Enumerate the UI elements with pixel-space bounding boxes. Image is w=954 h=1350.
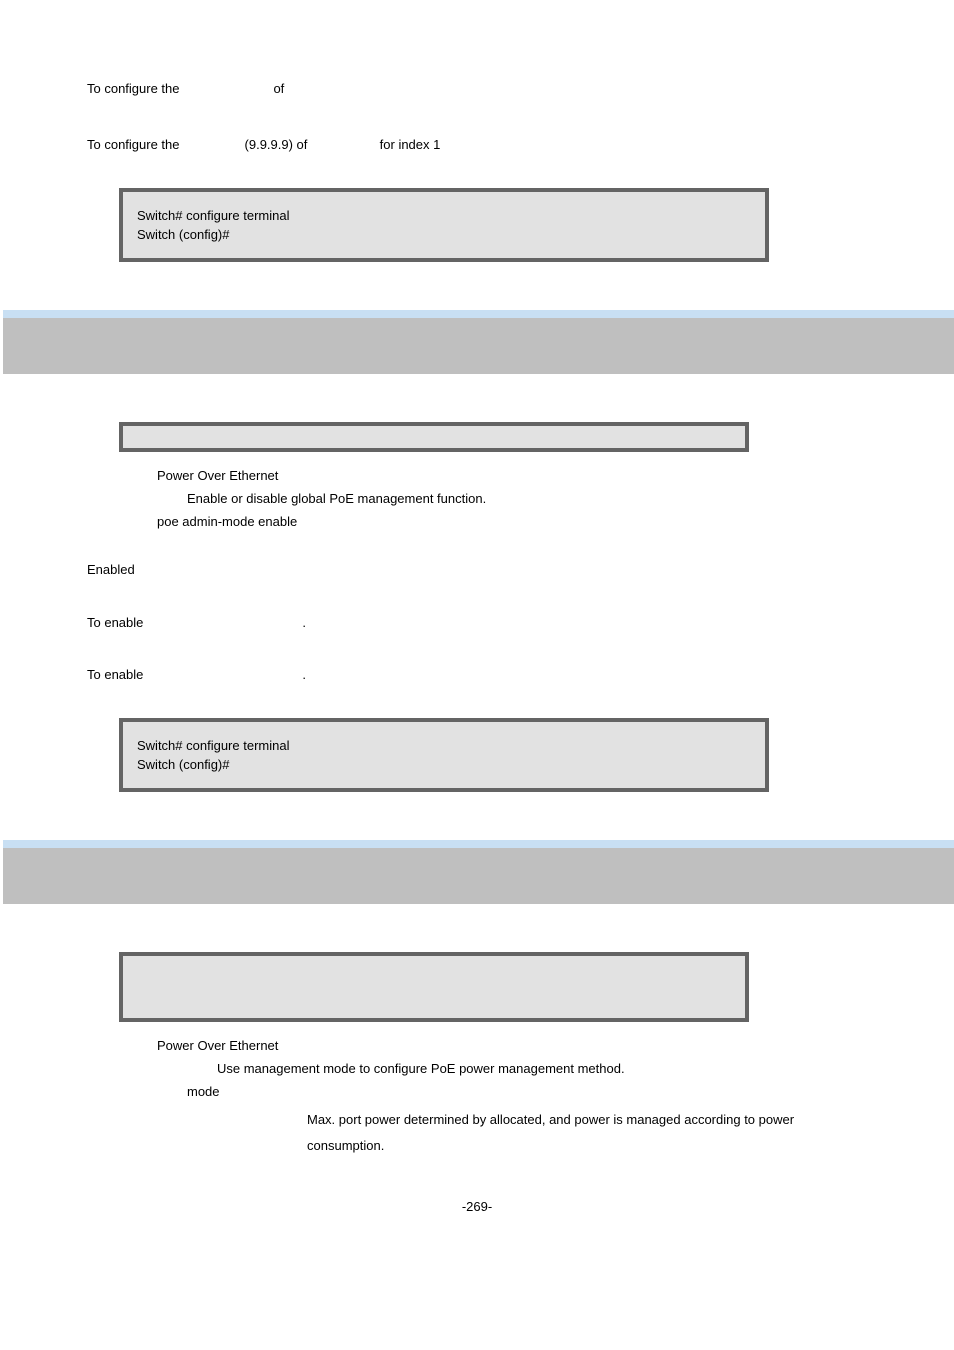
- code-block-2: Switch# configure terminal Switch (confi…: [119, 718, 769, 792]
- desc-admin-value: Enable or disable global PoE management …: [187, 491, 486, 506]
- usage-line-1: To configure the of: [87, 80, 867, 98]
- desc-mgmt: Use management mode to configure PoE pow…: [87, 1061, 867, 1076]
- mode-label: mode: [87, 1084, 867, 1099]
- syntax-box-admin-mode: [119, 422, 749, 452]
- code2-line2: Switch (config)#: [137, 757, 751, 772]
- desc-admin: Enable or disable global PoE management …: [87, 491, 867, 506]
- usage1-mid: of: [273, 81, 284, 96]
- usage-admin-2: To enable .: [87, 666, 867, 684]
- usage2-ip: (9.9.9.9) of: [245, 137, 308, 152]
- group-admin: Power Over Ethernet: [87, 468, 867, 483]
- group-mgmt: Power Over Ethernet: [87, 1038, 867, 1053]
- usage-admin1-pre: To enable: [87, 615, 143, 630]
- section-header-admin-mode: [3, 310, 954, 374]
- desc-mgmt-value: Use management mode to configure PoE pow…: [217, 1061, 625, 1076]
- usage-admin2-pre: To enable: [87, 667, 143, 682]
- usage-admin-1: To enable .: [87, 614, 867, 632]
- syntax-admin-line: poe admin-mode enable: [87, 514, 867, 529]
- page-number: -269-: [87, 1199, 867, 1214]
- syntax-admin-text2: poe admin-mode enable: [157, 514, 297, 529]
- mode-label-text: mode: [187, 1084, 220, 1099]
- code-block-1: Switch# configure terminal Switch (confi…: [119, 188, 769, 262]
- syntax-box-mgmt-mode: [119, 952, 749, 1022]
- code1-line1: Switch# configure terminal: [137, 208, 751, 223]
- usage-admin1-post: .: [302, 615, 306, 630]
- section-header-mgmt-mode: [3, 840, 954, 904]
- group-mgmt-value: Power Over Ethernet: [157, 1038, 278, 1053]
- default-admin: Enabled: [87, 561, 867, 579]
- mode-desc-text: Max. port power determined by allocated,…: [307, 1112, 794, 1153]
- code2-line1: Switch# configure terminal: [137, 738, 751, 753]
- usage-admin2-post: .: [302, 667, 306, 682]
- usage-line-2: To configure the (9.9.9.9) of for index …: [87, 136, 867, 154]
- page-body: To configure the of To configure the (9.…: [87, 80, 867, 1214]
- group-admin-value: Power Over Ethernet: [157, 468, 278, 483]
- code1-line2: Switch (config)#: [137, 227, 751, 242]
- usage1-pre: To configure the: [87, 81, 180, 96]
- usage2-post: for index 1: [380, 137, 441, 152]
- mode-desc: Max. port power determined by allocated,…: [87, 1107, 867, 1159]
- default-admin-value: Enabled: [87, 562, 135, 577]
- usage2-pre: To configure the: [87, 137, 180, 152]
